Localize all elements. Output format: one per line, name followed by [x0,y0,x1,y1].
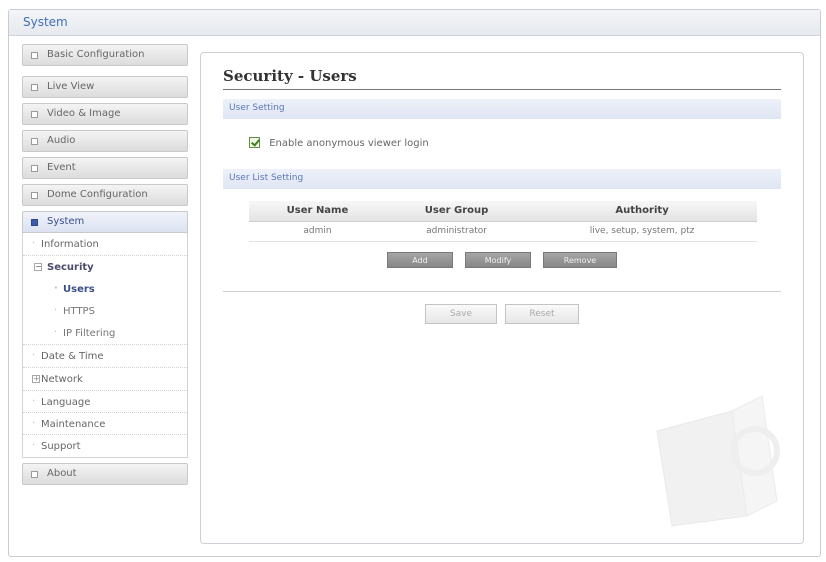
bullet-icon: · [32,350,36,361]
submenu-label: HTTPS [63,306,95,317]
submenu-network[interactable]: + Network [23,368,187,391]
nav-label: Video & Image [47,108,121,119]
section-title: System [23,15,68,29]
square-icon [31,138,38,145]
nav-system[interactable]: System [22,211,188,233]
add-button[interactable]: Add [387,252,453,268]
square-icon [31,52,38,59]
modify-button[interactable]: Modify [465,252,531,268]
submenu-label: Security [47,262,94,273]
nav-label: Basic Configuration [47,49,145,60]
submenu-information[interactable]: · Information [23,233,187,256]
submenu-label: Network [41,374,83,385]
submenu-security-users[interactable]: · Users [23,279,187,301]
submenu-label: IP Filtering [63,328,116,339]
square-icon [31,471,38,478]
square-icon [31,111,38,118]
submenu-maintenance[interactable]: · Maintenance [23,413,187,435]
divider [223,291,781,292]
column-header-authority: Authority [527,201,757,222]
bullet-icon: · [54,283,58,294]
users-table: User Name User Group Authority admin adm… [249,201,757,242]
submenu-label: Date & Time [41,351,104,362]
cell-user-name: admin [249,221,386,242]
submenu-security-ip-filtering[interactable]: · IP Filtering [23,323,187,345]
page-title: Security - Users [223,67,357,85]
submenu-security[interactable]: − Security [23,256,187,279]
user-list-header: User List Setting [223,169,781,189]
bullet-icon: · [54,327,58,338]
nav-basic-configuration[interactable]: Basic Configuration [22,44,188,66]
reset-button[interactable]: Reset [505,304,579,324]
column-header-user-name: User Name [249,201,386,222]
nav-live-view[interactable]: Live View [22,76,188,98]
nav-label: Live View [47,81,95,92]
anonymous-login-row: Enable anonymous viewer login [249,137,429,149]
table-row[interactable]: admin administrator live, setup, system,… [249,221,757,242]
nav-label: About [47,468,77,479]
top-bar: System [9,10,820,36]
nav-label: Event [47,162,76,173]
submenu-label: Maintenance [41,419,106,430]
nav-about[interactable]: About [22,463,188,485]
nav-video-image[interactable]: Video & Image [22,103,188,125]
submenu-language[interactable]: · Language [23,391,187,413]
bullet-icon: · [32,440,36,451]
table-header-row: User Name User Group Authority [249,201,757,222]
anonymous-login-checkbox[interactable] [249,137,260,148]
submenu-security-https[interactable]: · HTTPS [23,301,187,323]
content-panel: Security - Users User Setting Enable ano… [200,52,804,544]
submenu-label: Support [41,441,81,452]
square-icon [31,84,38,91]
square-filled-icon [31,219,38,226]
anonymous-login-label: Enable anonymous viewer login [269,138,429,149]
nav-label: Audio [47,135,76,146]
bullet-icon: · [32,418,36,429]
bullet-icon: · [54,305,58,316]
submenu-label: Users [63,284,95,295]
square-icon [31,192,38,199]
nav-label: System [47,216,85,227]
brand-watermark-icon [656,395,780,527]
sidebar: Basic Configuration Live View Video & Im… [22,44,188,490]
cell-user-group: administrator [385,221,528,242]
nav-label: Dome Configuration [47,189,148,200]
bullet-icon: · [32,238,36,249]
title-divider [223,89,781,90]
column-header-user-group: User Group [385,201,528,222]
bullet-icon: · [32,396,36,407]
nav-audio[interactable]: Audio [22,130,188,152]
cell-authority: live, setup, system, ptz [527,221,757,242]
submenu-date-time[interactable]: · Date & Time [23,345,187,368]
system-submenu: · Information − Security · Users · HTTPS… [22,233,188,458]
user-setting-header: User Setting [223,99,781,119]
submenu-label: Language [41,397,91,408]
expand-icon[interactable]: + [32,375,40,383]
nav-event[interactable]: Event [22,157,188,179]
square-icon [31,165,38,172]
remove-button[interactable]: Remove [543,252,617,268]
submenu-support[interactable]: · Support [23,435,187,457]
save-button[interactable]: Save [425,304,497,324]
nav-dome-configuration[interactable]: Dome Configuration [22,184,188,206]
collapse-icon[interactable]: − [34,263,42,271]
submenu-label: Information [41,239,99,250]
